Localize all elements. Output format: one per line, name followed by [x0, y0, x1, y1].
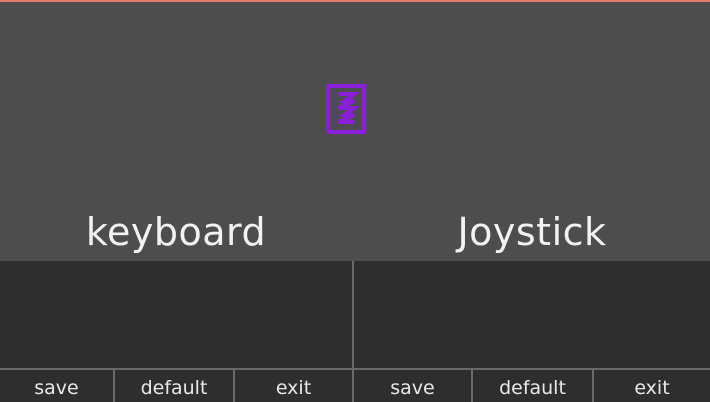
keyboard-exit-button[interactable]: exit: [235, 370, 352, 402]
joystick-exit-button[interactable]: exit: [594, 370, 710, 402]
joystick-save-button[interactable]: save: [354, 370, 471, 402]
joystick-section-title: Joystick: [457, 210, 607, 254]
keyboard-default-button[interactable]: default: [115, 370, 233, 402]
purple-device-icon: [326, 84, 366, 134]
joystick-bindings-panel[interactable]: [354, 261, 710, 368]
keyboard-section-title: keyboard: [85, 210, 267, 254]
joystick-default-button[interactable]: default: [473, 370, 592, 402]
keyboard-bindings-panel[interactable]: [0, 261, 352, 368]
controls-config-window: keyboard Joystick save default exit save…: [0, 0, 710, 402]
keyboard-save-button[interactable]: save: [0, 370, 113, 402]
